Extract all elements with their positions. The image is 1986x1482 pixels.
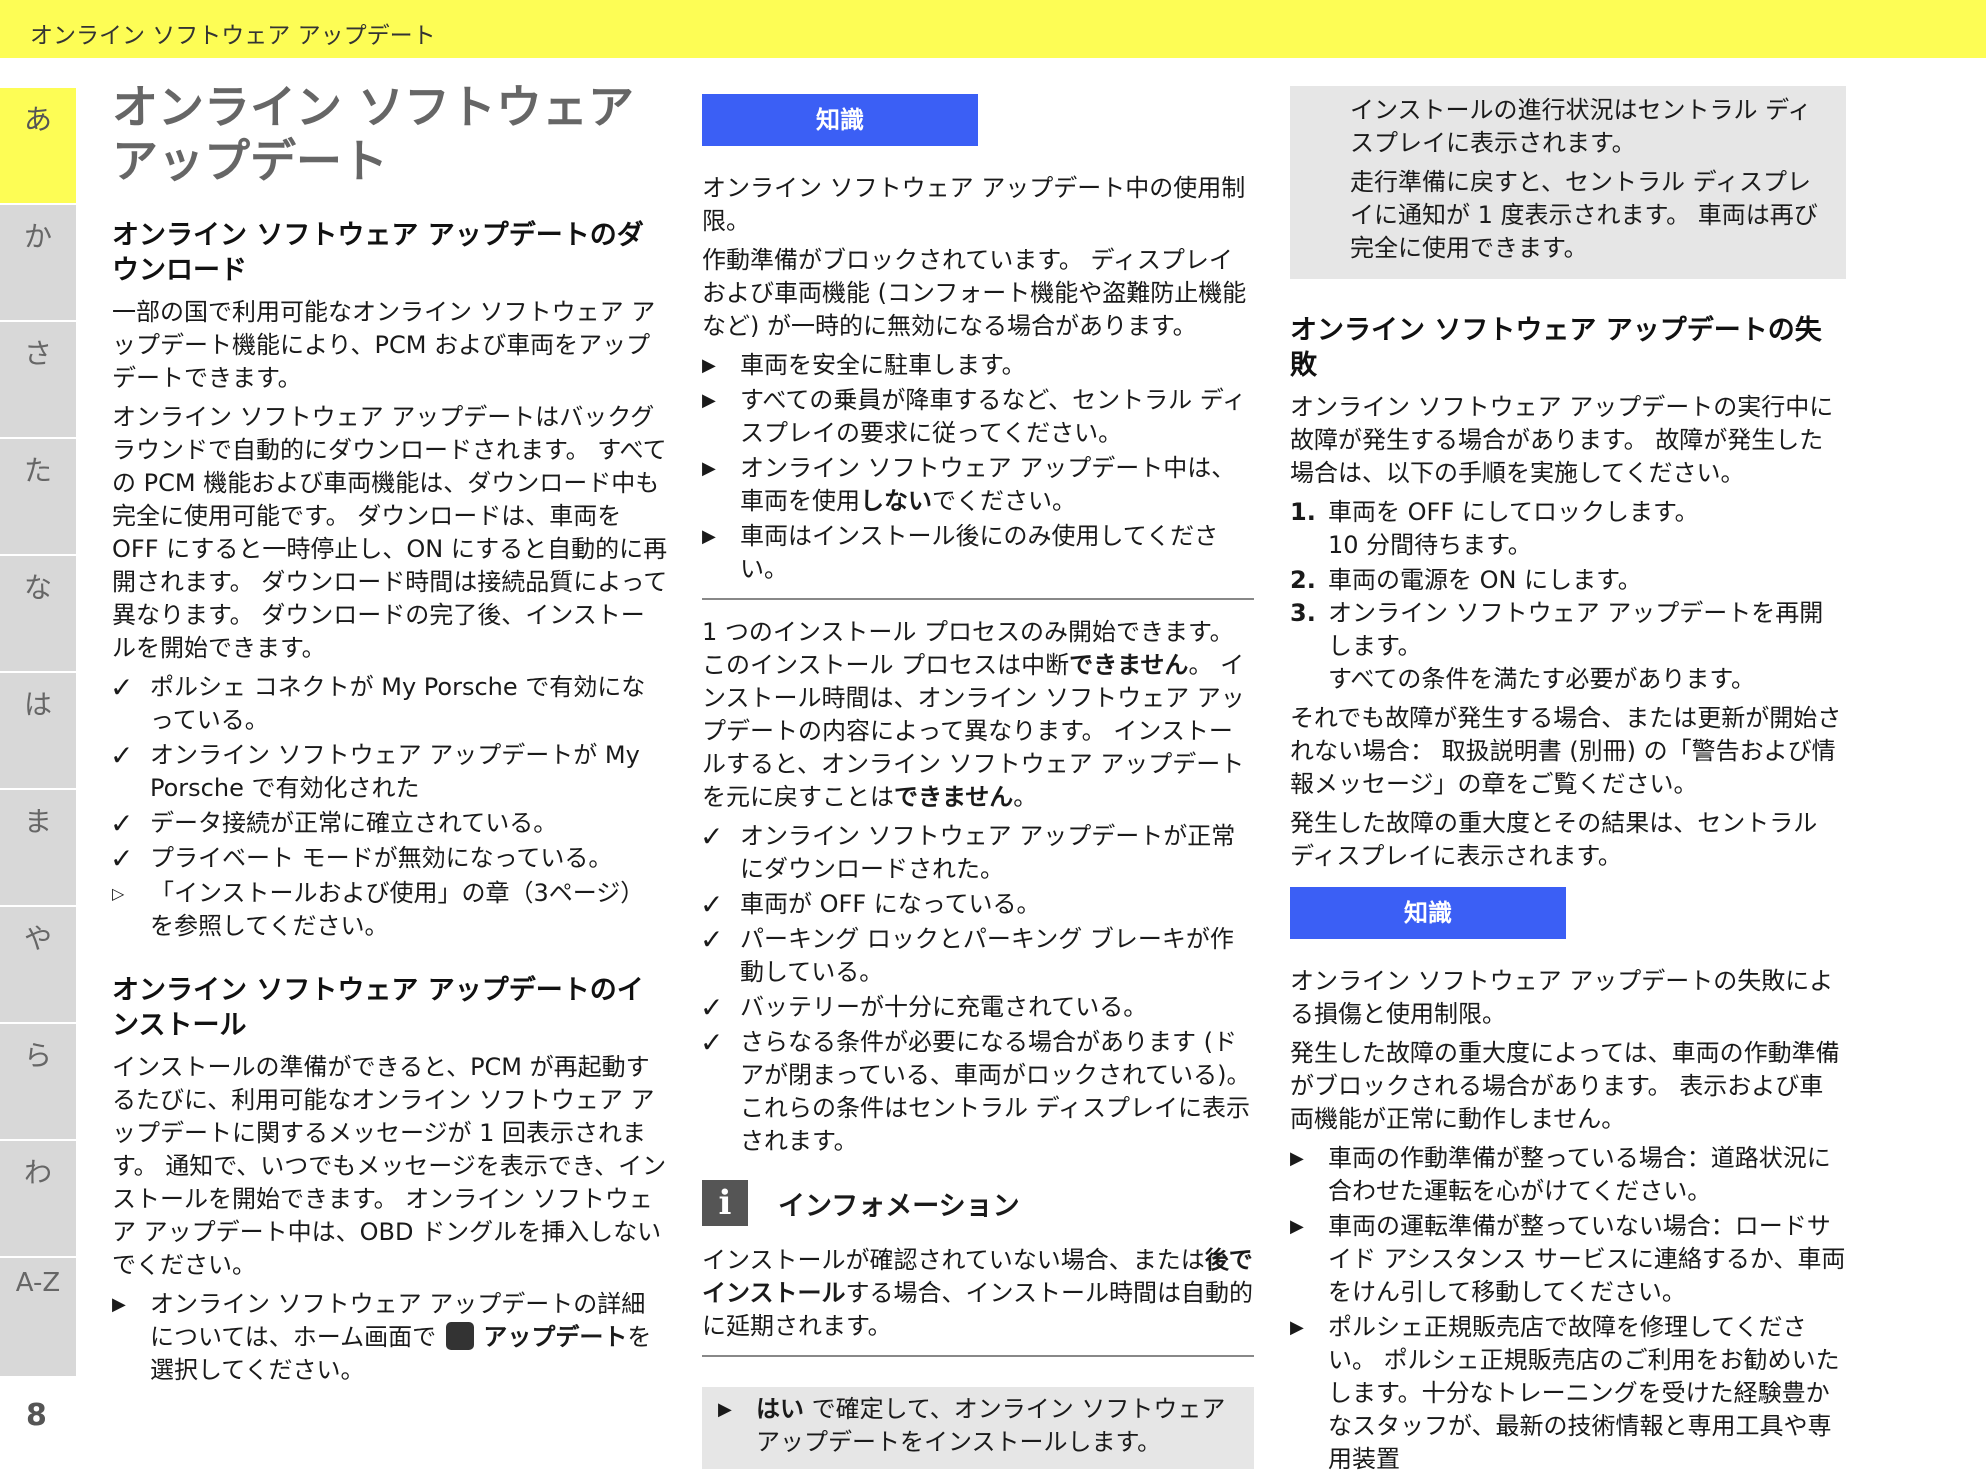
failure-paragraph-2: それでも故障が発生する場合、または更新が開始されない場合： 取扱説明書 (別冊)… bbox=[1290, 704, 1842, 798]
check-icon: ✓ bbox=[110, 739, 134, 772]
confirm-step-box: ▶ はい で確定して、オンライン ソフトウェア アップデートをインストールします。 bbox=[702, 1387, 1254, 1469]
list-item: ✓ プライベート モードが無効になっている。 bbox=[110, 842, 613, 875]
reference-triangle-icon: ▷ bbox=[112, 884, 125, 903]
knowledge-paragraph-2: 作動準備がブロックされています。 ディスプレイおよび車両機能 (コンフォート機能… bbox=[702, 246, 1247, 340]
info-paragraph: インストールが確認されていない場合、または後でインストールする場合、インストール… bbox=[702, 1246, 1254, 1340]
list-item: ▶ オンライン ソフトウェア アップデートの詳細については、ホーム画面で アップデ… bbox=[112, 1290, 652, 1384]
bullet-triangle-icon: ▶ bbox=[1290, 1317, 1304, 1338]
list-item: ▶ 車両はインストール後にのみ使用してください。 bbox=[702, 522, 1219, 583]
index-tab-ya[interactable]: や bbox=[0, 907, 76, 1022]
list-item: ✓ 車両が OFF になっている。 bbox=[700, 888, 1041, 921]
check-icon: ✓ bbox=[110, 671, 134, 704]
index-tab-a[interactable]: あ bbox=[0, 88, 76, 203]
bullet-triangle-icon: ▶ bbox=[1290, 1216, 1304, 1237]
index-tab-ta[interactable]: た bbox=[0, 439, 76, 554]
failure-heading: オンライン ソフトウェア アップデートの失敗 bbox=[1290, 315, 1822, 381]
bullet-triangle-icon: ▶ bbox=[702, 526, 716, 547]
page-number: 8 bbox=[26, 1398, 47, 1433]
knowledge-paragraph-2: 発生した故障の重大度によっては、車両の作動準備がブロックされる場合があります。 … bbox=[1290, 1039, 1840, 1133]
page-title: オンライン ソフトウェア アップデート bbox=[112, 80, 635, 188]
header-title: オンライン ソフトウェア アップデート bbox=[30, 23, 436, 49]
index-tab-sa[interactable]: さ bbox=[0, 322, 76, 437]
list-item: ▶ ポルシェ正規販売店で故障を修理してください。 ポルシェ正規販売店のご利用をお勧… bbox=[1290, 1313, 1840, 1473]
install-process-paragraph: 1 つのインストール プロセスのみ開始できます。 このインストール プロセスは中… bbox=[702, 618, 1245, 811]
list-item: ✓ オンライン ソフトウェア アップデートが正常にダウンロードされた。 bbox=[700, 820, 1236, 883]
download-requirements: ✓ ポルシェ コネクトが My Porsche で有効になっている。 ✓ オンライン… bbox=[110, 671, 668, 943]
chapter-reference-link[interactable]: 「インストールおよび使用」の章（3ページ）を参照してください。 bbox=[150, 879, 644, 940]
check-icon: ✓ bbox=[700, 1026, 724, 1059]
bullet-triangle-icon: ▶ bbox=[718, 1399, 732, 1420]
install-paragraph: インストールの準備ができると、PCM が再起動するたびに、利用可能なオンライン … bbox=[112, 1053, 667, 1279]
step-note: すべての条件を満たす必要があります。 bbox=[1328, 665, 1755, 693]
column-1: オンライン ソフトウェア アップデート オンライン ソフトウェア アップデートの… bbox=[110, 80, 668, 1393]
bullet-triangle-icon: ▶ bbox=[702, 390, 716, 411]
check-icon: ✓ bbox=[700, 888, 724, 921]
knowledge-badge: 知識 bbox=[702, 94, 978, 146]
failure-paragraph-1: オンライン ソフトウェア アップデートの実行中に故障が発生する場合があります。 … bbox=[1290, 393, 1834, 487]
divider bbox=[702, 1355, 1254, 1357]
install-instructions: ▶ オンライン ソフトウェア アップデートの詳細については、ホーム画面で アップデ… bbox=[112, 1288, 668, 1387]
list-item: ▷ 「インストールおよび使用」の章（3ページ）を参照してください。 bbox=[112, 877, 668, 943]
index-tab-ha[interactable]: は bbox=[0, 673, 76, 788]
knowledge-instructions: ▶ 車両の作動準備が整っている場合：道路状況に合わせた運転を心がけてください。 ▶… bbox=[1290, 1142, 1846, 1476]
index-tab-ka[interactable]: か bbox=[0, 205, 76, 320]
check-icon: ✓ bbox=[700, 991, 724, 1024]
index-tab-ra[interactable]: ら bbox=[0, 1024, 76, 1139]
failure-steps: 1. 車両を OFF にしてロックします。 10 分間待ちます。 2. 車両の電源を… bbox=[1290, 496, 1846, 696]
install-requirements: ✓ オンライン ソフトウェア アップデートが正常にダウンロードされた。 ✓ 車両が … bbox=[700, 820, 1254, 1158]
list-item: ✓ ポルシェ コネクトが My Porsche で有効になっている。 bbox=[110, 671, 646, 734]
list-item: ✓ さらなる条件が必要になる場合があります (ドアが閉まっている、車両がロックされ… bbox=[700, 1026, 1251, 1155]
bullet-triangle-icon: ▶ bbox=[702, 355, 716, 376]
check-icon: ✓ bbox=[110, 807, 134, 840]
index-tab-ma[interactable]: ま bbox=[0, 790, 76, 905]
divider bbox=[702, 598, 1254, 600]
download-paragraph-1: 一部の国で利用可能なオンライン ソフトウェア アップデート機能により、PCM お… bbox=[112, 298, 656, 392]
progress-paragraph: インストールの進行状況はセントラル ディスプレイに表示されます。 bbox=[1350, 96, 1812, 157]
list-item: ▶ 車両の作動準備が整っている場合：道路状況に合わせた運転を心がけてください。 bbox=[1290, 1144, 1831, 1205]
list-item: ▶ 車両を安全に駐車します。 bbox=[702, 349, 1254, 382]
list-item: ✓ バッテリーが十分に充電されている。 bbox=[700, 991, 1148, 1024]
knowledge-paragraph-1: オンライン ソフトウェア アップデート中の使用制限。 bbox=[702, 174, 1246, 235]
list-item: 2. 車両の電源を ON にします。 bbox=[1290, 566, 1642, 594]
failure-paragraph-3: 発生した故障の重大度とその結果は、セントラル ディスプレイに表示されます。 bbox=[1290, 809, 1818, 870]
index-tab-wa[interactable]: わ bbox=[0, 1141, 76, 1256]
list-item: ▶ オンライン ソフトウェア アップデート中は、車両を使用しないでください。 bbox=[702, 454, 1236, 515]
install-heading: オンライン ソフトウェア アップデートのインストール bbox=[112, 975, 644, 1041]
update-app-icon bbox=[445, 1322, 474, 1350]
download-paragraph-2: オンライン ソフトウェア アップデートはバックグラウンドで自動的にダウンロードさ… bbox=[112, 403, 668, 662]
download-heading: オンライン ソフトウェア アップデートのダウンロード bbox=[112, 220, 644, 286]
page-header: オンライン ソフトウェア アップデート bbox=[0, 0, 1986, 58]
index-tab-az[interactable]: A-Z bbox=[0, 1258, 76, 1376]
list-item: ✓ データ接続が正常に確立されている。 bbox=[110, 807, 558, 840]
list-item: ▶ すべての乗員が降車するなど、セントラル ディスプレイの要求に従ってください。 bbox=[702, 386, 1247, 447]
list-item: ▶ 車両の運転準備が整っていない場合：ロードサイド アシスタンス サービスに連絡す… bbox=[1290, 1212, 1846, 1306]
list-item: ✓ パーキング ロックとパーキング ブレーキが作動している。 bbox=[700, 923, 1234, 986]
list-item: 1. 車両を OFF にしてロックします。 bbox=[1290, 498, 1699, 526]
column-2: 知識 オンライン ソフトウェア アップデート中の使用制限。 作動準備がブロックさ… bbox=[700, 80, 1254, 1469]
install-progress-box: インストールの進行状況はセントラル ディスプレイに表示されます。 走行準備に戻す… bbox=[1290, 86, 1846, 279]
step-note: 10 分間待ちます。 bbox=[1328, 531, 1532, 559]
return-paragraph: 走行準備に戻すと、セントラル ディスプレイに通知が 1 度表示されます。 車両は… bbox=[1350, 168, 1818, 262]
bullet-triangle-icon: ▶ bbox=[1290, 1148, 1304, 1169]
list-item: ▶ はい で確定して、オンライン ソフトウェア アップデートをインストールします。 bbox=[718, 1395, 1226, 1456]
bullet-triangle-icon: ▶ bbox=[112, 1294, 126, 1315]
index-tab-na[interactable]: な bbox=[0, 556, 76, 671]
index-tabs: あ か さ た な は ま や ら わ A-Z bbox=[0, 88, 76, 1378]
info-icon: i bbox=[702, 1180, 748, 1226]
check-icon: ✓ bbox=[700, 820, 724, 853]
knowledge-badge: 知識 bbox=[1290, 887, 1566, 939]
knowledge-instructions: ▶ 車両を安全に駐車します。 ▶ すべての乗員が降車するなど、セントラル ディスプレ… bbox=[702, 349, 1254, 586]
column-3: インストールの進行状況はセントラル ディスプレイに表示されます。 走行準備に戻す… bbox=[1290, 80, 1846, 1482]
info-title: インフォメーション bbox=[778, 1190, 1020, 1222]
check-icon: ✓ bbox=[110, 842, 134, 875]
list-item: 3. オンライン ソフトウェア アップデートを再開します。 bbox=[1290, 599, 1824, 660]
check-icon: ✓ bbox=[700, 923, 724, 956]
bullet-triangle-icon: ▶ bbox=[702, 458, 716, 479]
info-header: i インフォメーション bbox=[702, 1180, 1254, 1226]
knowledge-paragraph-1: オンライン ソフトウェア アップデートの失敗による損傷と使用制限。 bbox=[1290, 967, 1834, 1028]
list-item: ✓ オンライン ソフトウェア アップデートが My Porsche で有効化された bbox=[110, 739, 640, 802]
